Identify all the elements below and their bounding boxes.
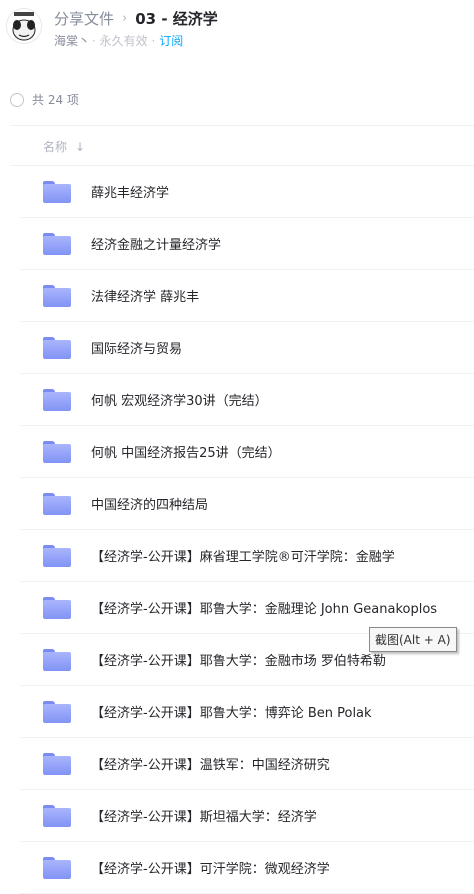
folder-icon — [43, 545, 71, 567]
file-row[interactable]: 中国经济的四种结局 — [0, 478, 474, 530]
column-header-label: 名称 — [43, 140, 68, 154]
share-meta: 海棠丶 · 永久有效 · 订阅 — [54, 32, 183, 49]
folder-icon — [43, 181, 71, 203]
file-name[interactable]: 经济金融之计量经济学 — [91, 234, 221, 253]
file-name[interactable]: 【经济学-公开课】耶鲁大学：金融理论 John Geanakoplos — [91, 598, 437, 617]
file-row[interactable]: 【经济学-公开课】温铁军：中国经济研究 — [0, 738, 474, 790]
breadcrumb-parent-link[interactable]: 分享文件 — [54, 8, 114, 29]
folder-icon — [43, 857, 71, 879]
file-name[interactable]: 何帆 宏观经济学30讲（完结） — [91, 390, 268, 409]
validity-text: · 永久有效 · — [92, 34, 156, 48]
avatar[interactable] — [6, 8, 42, 44]
folder-icon — [43, 597, 71, 619]
file-row[interactable]: 薛兆丰经济学 — [0, 166, 474, 218]
file-name[interactable]: 【经济学-公开课】可汗学院：微观经济学 — [91, 858, 330, 877]
folder-icon — [43, 753, 71, 775]
folder-icon — [43, 337, 71, 359]
file-row[interactable]: 何帆 宏观经济学30讲（完结） — [0, 374, 474, 426]
sharer-name[interactable]: 海棠丶 — [54, 32, 90, 49]
file-name[interactable]: 【经济学-公开课】斯坦福大学：经济学 — [91, 806, 317, 825]
folder-icon — [43, 701, 71, 723]
tooltip: 截图(Alt + A) — [369, 627, 457, 652]
item-count: 共 24 项 — [32, 93, 79, 107]
file-name[interactable]: 国际经济与贸易 — [91, 338, 182, 357]
folder-icon — [43, 285, 71, 307]
file-name[interactable]: 薛兆丰经济学 — [91, 182, 169, 201]
select-all-checkbox[interactable] — [10, 92, 24, 107]
file-name[interactable]: 【经济学-公开课】麻省理工学院®可汗学院：金融学 — [91, 546, 395, 565]
file-name[interactable]: 【经济学-公开课】温铁军：中国经济研究 — [91, 754, 330, 773]
folder-icon — [43, 389, 71, 411]
file-name[interactable]: 何帆 中国经济报告25讲（完结） — [91, 442, 281, 461]
file-row[interactable]: 法律经济学 薛兆丰 — [0, 270, 474, 322]
file-list: 薛兆丰经济学经济金融之计量经济学 法律经济学 薛兆丰 国际经济与贸易何帆 宏观经济学… — [0, 166, 474, 894]
file-name[interactable]: 【经济学-公开课】耶鲁大学：博弈论 Ben Polak — [91, 702, 372, 721]
breadcrumb: 分享文件 › 03 - 经济学 — [54, 7, 218, 29]
file-row[interactable]: 何帆 中国经济报告25讲（完结） — [0, 426, 474, 478]
share-header: 分享文件 › 03 - 经济学 海棠丶 · 永久有效 · 订阅 — [0, 0, 474, 60]
file-row[interactable]: 【经济学-公开课】可汗学院：微观经济学 — [0, 842, 474, 894]
folder-icon — [43, 649, 71, 671]
folder-icon — [43, 233, 71, 255]
file-name[interactable]: 【经济学-公开课】耶鲁大学：金融市场 罗伯特希勒 — [91, 650, 386, 669]
page-title: 03 - 经济学 — [135, 9, 218, 28]
avatar-image — [7, 9, 41, 43]
select-all-row: 共 24 项 — [10, 91, 79, 108]
divider — [10, 125, 474, 126]
sort-arrow-icon[interactable]: ↓ — [75, 140, 85, 154]
file-name[interactable]: 中国经济的四种结局 — [91, 494, 208, 513]
folder-icon — [43, 441, 71, 463]
subscribe-link[interactable]: 订阅 — [159, 32, 183, 49]
column-header-name[interactable]: 名称 ↓ — [43, 138, 85, 155]
file-name[interactable]: 法律经济学 薛兆丰 — [91, 286, 199, 305]
file-row[interactable]: 国际经济与贸易 — [0, 322, 474, 374]
file-row[interactable]: 经济金融之计量经济学 — [0, 218, 474, 270]
file-row[interactable]: 【经济学-公开课】麻省理工学院®可汗学院：金融学 — [0, 530, 474, 582]
folder-icon — [43, 805, 71, 827]
file-row[interactable]: 【经济学-公开课】耶鲁大学：博弈论 Ben Polak — [0, 686, 474, 738]
folder-icon — [43, 493, 71, 515]
chevron-right-icon: › — [122, 10, 128, 26]
file-row[interactable]: 【经济学-公开课】斯坦福大学：经济学 — [0, 790, 474, 842]
